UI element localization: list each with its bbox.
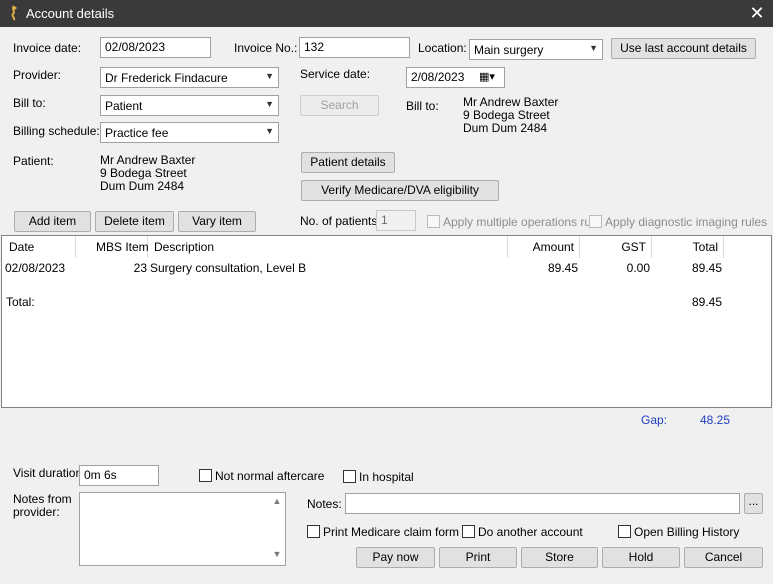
use-last-account-button[interactable]: Use last account details	[611, 38, 756, 59]
patient-address: Mr Andrew Baxter 9 Bodega Street Dum Dum…	[100, 154, 195, 193]
not-normal-aftercare-label: Not normal aftercare	[215, 468, 325, 483]
cell-gst: 0.00	[626, 261, 650, 275]
print-medicare-label: Print Medicare claim form	[323, 524, 460, 539]
visit-duration-input[interactable]: 0m 6s	[79, 465, 159, 486]
location-select[interactable]: Main surgery ▼	[469, 39, 603, 60]
chevron-down-icon: ▼	[265, 126, 274, 136]
pay-now-button[interactable]: Pay now	[356, 547, 435, 568]
service-date-label: Service date:	[300, 67, 371, 81]
vary-item-button[interactable]: Vary item	[178, 211, 256, 232]
column-header-amount[interactable]: Amount	[508, 236, 580, 258]
provider-select[interactable]: Dr Frederick Findacure ▼	[100, 67, 279, 88]
patient-label: Patient:	[13, 154, 54, 168]
items-grid[interactable]: Date MBS Item Description Amount GST Tot…	[1, 235, 772, 408]
invoice-no-input[interactable]: 132	[299, 37, 410, 58]
billing-schedule-value: Practice fee	[105, 126, 169, 140]
notes-label: Notes:	[307, 497, 342, 511]
chevron-down-icon: ▼	[265, 99, 274, 109]
notes-from-provider-label: Notes from provider:	[13, 492, 72, 519]
chevron-down-icon: ▼	[265, 71, 274, 81]
visit-duration-label: Visit duration:	[13, 466, 86, 480]
notes-input[interactable]	[345, 493, 740, 514]
bill-to-value: Patient	[105, 99, 143, 113]
scroll-down-icon[interactable]: ▼	[270, 549, 284, 563]
delete-item-button[interactable]: Delete item	[95, 211, 174, 232]
not-normal-aftercare-checkbox[interactable]: Not normal aftercare	[199, 468, 324, 483]
patient-address-line: Dum Dum 2484	[100, 179, 185, 193]
column-header-date[interactable]: Date	[2, 236, 76, 258]
checkbox-box[interactable]	[199, 469, 212, 483]
service-date-picker[interactable]: 2/08/2023 ▦▾	[406, 67, 505, 88]
search-button[interactable]: Search	[300, 95, 379, 116]
bill-to-address-line: Dum Dum 2484	[463, 121, 548, 135]
grid-total-value: 89.45	[691, 295, 722, 309]
gap-value: 48.25	[700, 413, 731, 427]
open-billing-history-label: Open Billing History	[634, 524, 740, 539]
billing-schedule-label: Billing schedule:	[13, 124, 100, 138]
cell-total: 89.45	[691, 261, 722, 275]
verify-medicare-button[interactable]: Verify Medicare/DVA eligibility	[301, 180, 499, 201]
invoice-date-input[interactable]: 02/08/2023	[100, 37, 211, 58]
window-title: Account details	[26, 6, 115, 21]
checkbox-box[interactable]	[618, 525, 631, 539]
service-date-value: 2/08/2023	[411, 70, 465, 84]
notes-from-provider-textarea[interactable]: ▲ ▼	[79, 492, 286, 566]
chevron-down-icon: ▼	[589, 43, 598, 53]
in-hospital-checkbox[interactable]: In hospital	[343, 469, 414, 484]
hold-button[interactable]: Hold	[602, 547, 680, 568]
multi-ops-label: Apply multiple operations rule	[443, 214, 601, 229]
cell-amount: 89.45	[547, 261, 578, 275]
column-header-gst[interactable]: GST	[580, 236, 652, 258]
column-header-mbs-item[interactable]: MBS Item	[76, 236, 149, 258]
num-patients-label: No. of patients:	[300, 214, 381, 228]
checkbox-box[interactable]	[427, 215, 440, 229]
bill-to-address: Mr Andrew Baxter 9 Bodega Street Dum Dum…	[463, 96, 558, 135]
location-label: Location:	[418, 41, 467, 55]
cancel-button[interactable]: Cancel	[684, 547, 763, 568]
multi-ops-checkbox[interactable]: Apply multiple operations rule	[427, 214, 600, 229]
checkbox-box[interactable]	[343, 470, 356, 484]
grid-total-label: Total:	[6, 295, 35, 309]
cell-description: Surgery consultation, Level B	[150, 261, 307, 275]
open-billing-history-checkbox[interactable]: Open Billing History	[618, 524, 739, 539]
diag-imaging-label: Apply diagnostic imaging rules	[605, 214, 768, 229]
in-hospital-label: In hospital	[359, 469, 414, 484]
checkbox-box[interactable]	[462, 525, 475, 539]
title-bar: Account details ✕	[0, 0, 773, 27]
table-row[interactable]: 02/08/2023 23 Surgery consultation, Leve…	[2, 260, 771, 277]
invoice-no-label: Invoice No.:	[234, 41, 298, 55]
gap-label: Gap:	[641, 413, 668, 427]
billing-schedule-select[interactable]: Practice fee ▼	[100, 122, 279, 143]
print-medicare-checkbox[interactable]: Print Medicare claim form	[307, 524, 459, 539]
do-another-account-label: Do another account	[478, 524, 583, 539]
provider-label: Provider:	[13, 68, 62, 82]
checkbox-box[interactable]	[589, 215, 602, 229]
cell-mbs-item: 23	[133, 261, 147, 275]
cell-date: 02/08/2023	[5, 261, 66, 275]
diag-imaging-checkbox[interactable]: Apply diagnostic imaging rules	[589, 214, 767, 229]
app-logo-icon	[11, 5, 17, 21]
location-value: Main surgery	[474, 43, 544, 57]
scroll-up-icon[interactable]: ▲	[270, 496, 284, 510]
column-header-description[interactable]: Description	[148, 236, 508, 258]
column-header-total[interactable]: Total	[652, 236, 724, 258]
grid-header: Date MBS Item Description Amount GST Tot…	[2, 236, 771, 258]
checkbox-box[interactable]	[307, 525, 320, 539]
bill-to-label: Bill to:	[13, 96, 46, 110]
store-button[interactable]: Store	[521, 547, 598, 568]
bill-to-select[interactable]: Patient ▼	[100, 95, 279, 116]
patient-details-button[interactable]: Patient details	[301, 152, 395, 173]
provider-value: Dr Frederick Findacure	[105, 71, 228, 85]
num-patients-input[interactable]: 1	[376, 210, 416, 231]
do-another-account-checkbox[interactable]: Do another account	[462, 524, 583, 539]
calendar-icon[interactable]: ▦▾	[479, 70, 495, 83]
bill-to-address-label: Bill to:	[406, 99, 439, 113]
notes-ellipsis-button[interactable]: ...	[744, 493, 763, 514]
print-button[interactable]: Print	[439, 547, 517, 568]
invoice-date-label: Invoice date:	[13, 41, 82, 55]
add-item-button[interactable]: Add item	[14, 211, 91, 232]
close-icon[interactable]: ✕	[745, 2, 769, 24]
